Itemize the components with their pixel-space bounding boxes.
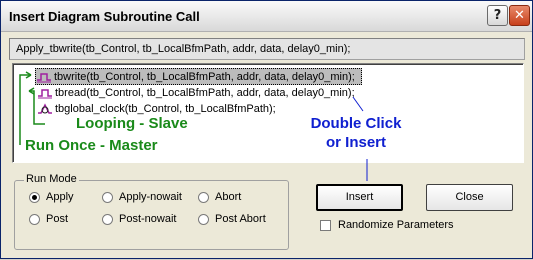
radio-post-abort[interactable]: Post Abort [198, 213, 266, 225]
looping-slave-annotation: Looping - Slave [76, 115, 188, 132]
radio-apply-dot[interactable] [29, 191, 40, 203]
radio-abort[interactable]: Abort [198, 191, 241, 203]
randomize-checkbox-box[interactable] [320, 219, 331, 231]
randomize-parameters-checkbox[interactable]: Randomize Parameters [320, 219, 454, 231]
run-once-master-annotation: Run Once - Master [25, 137, 158, 154]
radio-post-dot[interactable] [29, 213, 40, 225]
double-click-line2: or Insert [325, 134, 386, 151]
radio-post-abort-label: Post Abort [215, 213, 266, 225]
run-mode-label: Run Mode [24, 173, 79, 185]
radio-post-nowait[interactable]: Post-nowait [102, 213, 176, 225]
double-click-annotation: Double Click or Insert [301, 114, 411, 152]
radio-post-nowait-dot[interactable] [102, 213, 113, 225]
radio-apply[interactable]: Apply [29, 191, 74, 203]
radio-post-label: Post [46, 213, 69, 225]
radio-apply-nowait-label: Apply-nowait [119, 191, 182, 203]
randomize-checkbox-label: Randomize Parameters [338, 219, 454, 231]
dialog-window: Insert Diagram Subroutine Call ? ✕ Apply… [0, 0, 533, 259]
radio-abort-label: Abort [215, 191, 242, 203]
radio-apply-label: Apply [46, 191, 74, 203]
insert-button[interactable]: Insert [316, 184, 403, 211]
radio-post-abort-dot[interactable] [198, 213, 209, 225]
radio-apply-nowait-dot[interactable] [102, 191, 113, 203]
radio-apply-nowait[interactable]: Apply-nowait [102, 191, 182, 203]
close-button[interactable]: Close [426, 184, 513, 211]
radio-post[interactable]: Post [29, 213, 68, 225]
double-click-line1: Double Click [310, 115, 402, 132]
radio-post-nowait-label: Post-nowait [119, 213, 177, 225]
radio-abort-dot[interactable] [198, 191, 209, 203]
